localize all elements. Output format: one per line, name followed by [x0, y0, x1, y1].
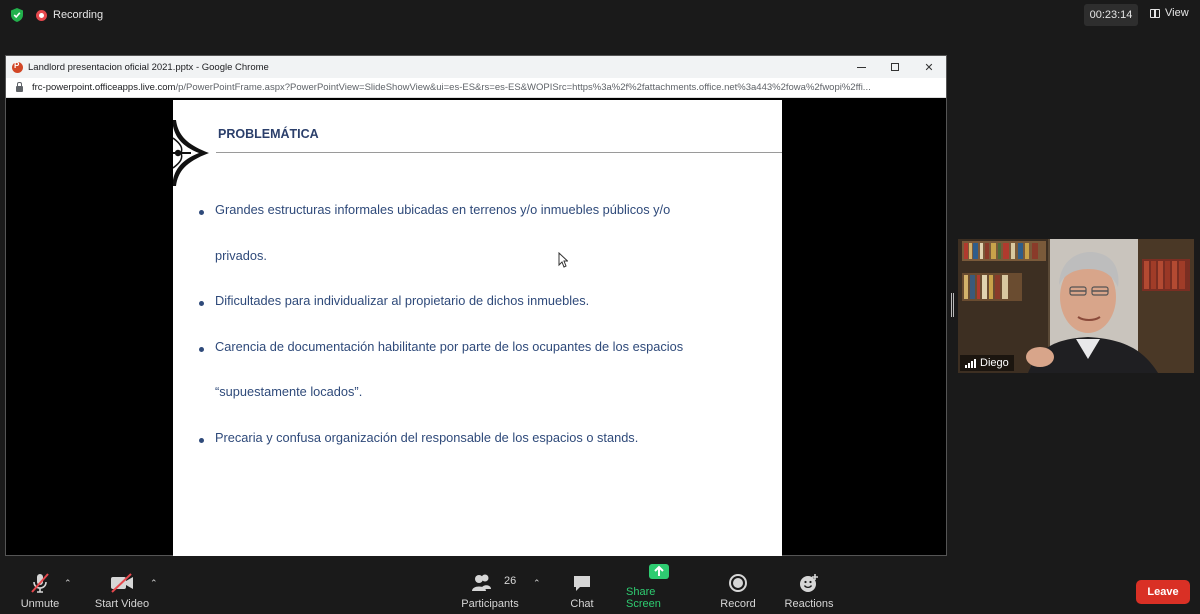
start-video-button[interactable]: Start Video	[94, 566, 150, 614]
bullet-1-line-1: Grandes estructuras informales ubicadas …	[215, 202, 671, 217]
participants-button[interactable]: Participants	[461, 566, 519, 614]
maximize-icon	[891, 63, 899, 71]
meeting-timer: 00:23:14	[1084, 4, 1138, 26]
record-dot-icon	[36, 9, 47, 21]
close-icon: ✕	[924, 61, 934, 74]
minimize-icon	[856, 66, 866, 68]
bullet-marker	[199, 347, 204, 352]
unmute-button[interactable]: Unmute	[18, 566, 62, 614]
shared-browser-window: Landlord presentacion oficial 2021.pptx …	[5, 55, 947, 556]
slide-title: PROBLEMÁTICA	[218, 127, 319, 141]
chat-bubble-icon	[571, 572, 593, 594]
meeting-toolbar: Unmute ⌃ Start Video ⌃ Participants 26 ⌃	[0, 564, 1200, 614]
address-bar[interactable]: frc-powerpoint.officeapps.live.com /p/Po…	[6, 78, 946, 98]
unmute-label: Unmute	[20, 598, 60, 610]
chat-label: Chat	[570, 598, 594, 610]
participant-count: 26	[504, 575, 517, 587]
title-divider	[216, 152, 782, 153]
mouse-cursor-icon	[558, 252, 568, 268]
bullet-3-line-1: Carencia de documentación habilitante po…	[215, 339, 684, 354]
reactions-label: Reactions	[784, 598, 834, 610]
share-screen-button[interactable]: Share Screen	[626, 564, 692, 614]
recording-label: Recording	[53, 9, 104, 21]
share-screen-icon	[648, 560, 670, 582]
leave-button[interactable]: Leave	[1136, 580, 1190, 604]
participant-video-tile[interactable]: Diego	[958, 239, 1194, 373]
bullet-4-line-1: Precaria y confusa organización del resp…	[215, 430, 639, 445]
url-path: /p/PowerPointFrame.aspx?PowerPointView=S…	[175, 82, 871, 93]
participant-video-feed	[958, 239, 1194, 373]
record-icon	[727, 572, 749, 594]
participants-options-chevron-icon[interactable]: ⌃	[533, 578, 541, 589]
participant-name-label: Diego	[960, 355, 1014, 371]
panel-drag-handle[interactable]	[951, 293, 954, 317]
lock-icon	[16, 81, 23, 92]
participant-name: Diego	[980, 357, 1009, 369]
close-button[interactable]: ✕	[912, 56, 946, 78]
video-options-chevron-icon[interactable]: ⌃	[150, 578, 158, 589]
url-domain: frc-powerpoint.officeapps.live.com	[32, 82, 176, 93]
audio-options-chevron-icon[interactable]: ⌃	[64, 578, 72, 589]
chat-button[interactable]: Chat	[566, 566, 598, 614]
bullet-marker	[199, 301, 204, 306]
view-label: View	[1165, 7, 1189, 19]
reactions-button[interactable]: Reactions	[784, 566, 834, 614]
reactions-smiley-icon	[798, 572, 820, 594]
recording-indicator[interactable]: Recording	[36, 6, 103, 24]
presentation-slide: PROBLEMÁTICA Grandes estructuras informa…	[173, 100, 782, 556]
window-controls: ✕	[844, 56, 946, 78]
bullet-marker	[199, 438, 204, 443]
signal-strength-icon	[965, 358, 976, 368]
maximize-button[interactable]	[878, 56, 912, 78]
record-label: Record	[720, 598, 756, 610]
minimize-button[interactable]	[844, 56, 878, 78]
start-video-label: Start Video	[94, 598, 150, 610]
view-button[interactable]: View	[1150, 7, 1189, 19]
bullet-1-line-2: privados.	[215, 248, 267, 263]
meeting-top-bar: Recording 00:23:14 View	[0, 0, 1200, 30]
share-screen-label: Share Screen	[626, 586, 661, 610]
participants-label: Participants	[461, 598, 519, 610]
shield-check-icon[interactable]	[11, 8, 23, 22]
muted-microphone-icon	[29, 572, 51, 594]
view-layout-icon	[1150, 8, 1160, 18]
browser-title-bar: Landlord presentacion oficial 2021.pptx …	[6, 56, 946, 78]
bullet-marker	[199, 210, 204, 215]
bullet-3-line-2: “supuestamente locados”.	[215, 384, 363, 399]
window-title: Landlord presentacion oficial 2021.pptx …	[28, 61, 269, 73]
powerpoint-icon	[12, 61, 23, 73]
record-button[interactable]: Record	[718, 566, 758, 614]
video-off-icon	[109, 572, 135, 594]
bullet-2-line-1: Dificultades para individualizar al prop…	[215, 293, 590, 308]
compass-logo-icon	[173, 120, 209, 186]
